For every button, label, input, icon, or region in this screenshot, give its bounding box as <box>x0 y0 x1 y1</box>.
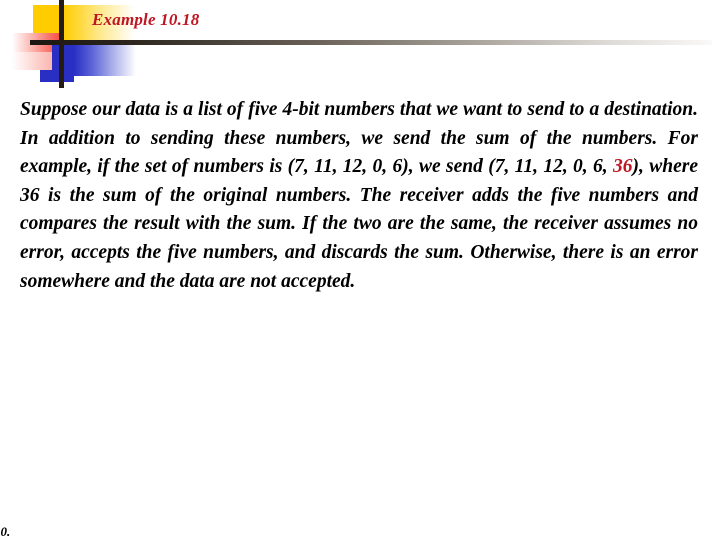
page-marker: 10. <box>0 524 11 539</box>
red-gradient-band-icon <box>12 52 52 70</box>
highlighted-checksum-value: 36 <box>613 156 633 178</box>
blue-gradient-band-icon <box>74 44 136 76</box>
blue-foot-bar-icon <box>40 70 74 82</box>
body-text-segment-1: Suppose our data is a list of five 4-bit… <box>20 99 698 178</box>
vertical-bar-icon <box>59 0 64 88</box>
slide-title: Example 10.18 <box>92 10 200 29</box>
horizontal-rule-icon <box>30 40 712 45</box>
body-paragraph: Suppose our data is a list of five 4-bit… <box>20 96 698 296</box>
